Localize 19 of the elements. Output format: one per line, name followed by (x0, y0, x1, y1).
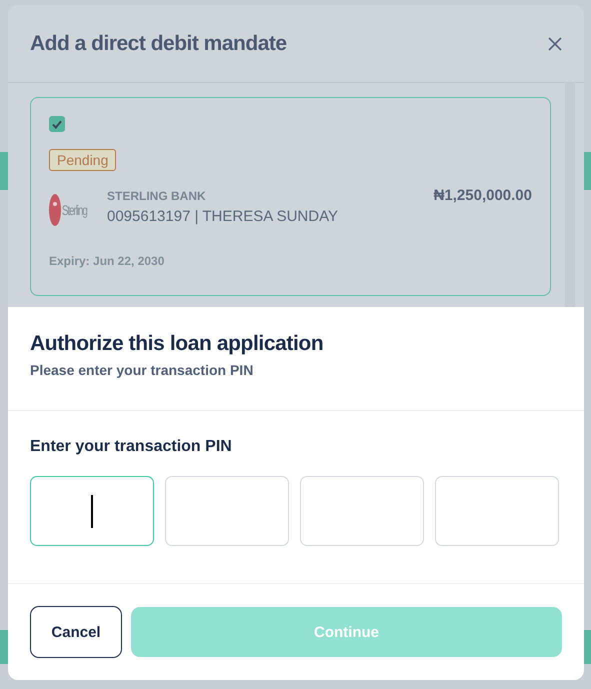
status-badge: Pending (49, 149, 116, 171)
expiry-date: Expiry: Jun 22, 2030 (49, 254, 164, 268)
mandate-card[interactable]: Pending Sterling STERLING BANK 0095613197 | THERESA SUNDAY ₦1,250,000.00 Expiry: Jun 22, 2030 (30, 97, 551, 296)
sheet-subtitle: Please enter your transaction PIN (30, 362, 254, 378)
cancel-button[interactable]: Cancel (30, 606, 122, 658)
bank-name: STERLING BANK (107, 189, 207, 203)
close-button[interactable] (548, 36, 562, 50)
bank-logo: Sterling (49, 187, 101, 233)
pin-input-field[interactable] (30, 476, 154, 546)
checkbox[interactable] (49, 116, 65, 132)
pin-input-field[interactable] (435, 476, 559, 546)
pin-input-field[interactable] (165, 476, 289, 546)
pin-input-field[interactable] (300, 476, 424, 546)
sheet-title: Authorize this loan application (30, 332, 324, 356)
check-icon (52, 120, 62, 128)
account-details: 0095613197 | THERESA SUNDAY (107, 208, 339, 225)
dialog-title: Add a direct debit mandate (30, 32, 287, 56)
pin-label: Enter your transaction PIN (30, 438, 233, 456)
amount: ₦1,250,000.00 (434, 187, 532, 204)
